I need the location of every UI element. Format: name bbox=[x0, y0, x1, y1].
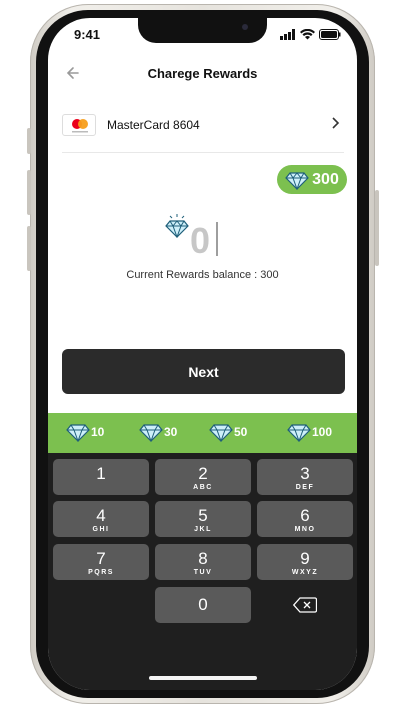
quick-amount-label: 10 bbox=[91, 425, 105, 439]
app-screen: 9:41 Charege Rewards MasterCard 8604 300… bbox=[48, 18, 357, 690]
amount-display[interactable]: 0 bbox=[164, 214, 254, 264]
next-button[interactable]: Next bbox=[62, 349, 345, 394]
key-digit: 3 bbox=[300, 464, 310, 483]
signal-icon bbox=[280, 28, 295, 40]
rewards-badge: 300 bbox=[277, 165, 347, 194]
key-4[interactable]: 4 GHI bbox=[53, 501, 149, 537]
key-digit: 6 bbox=[300, 506, 310, 525]
camera-icon bbox=[242, 24, 248, 30]
status-icons bbox=[280, 28, 341, 40]
divider bbox=[62, 152, 344, 153]
key-digit: 0 bbox=[198, 595, 208, 614]
quick-amount-bar: 10 30 50 100 bbox=[48, 413, 357, 453]
key-digit: 8 bbox=[198, 549, 208, 568]
diamond-icon bbox=[139, 424, 163, 442]
quick-amount-100[interactable]: 100 bbox=[287, 420, 332, 444]
page-title: Charege Rewards bbox=[147, 66, 258, 81]
phone-side-button bbox=[375, 190, 379, 266]
phone-side-button bbox=[27, 170, 31, 215]
key-digit: 4 bbox=[96, 506, 106, 525]
key-2[interactable]: 2 ABC bbox=[155, 459, 251, 495]
key-letters: PQRS bbox=[88, 569, 114, 576]
diamond-icon bbox=[287, 424, 311, 442]
key-0[interactable]: 0 bbox=[155, 587, 251, 623]
badge-value: 300 bbox=[312, 170, 339, 188]
key-digit: 9 bbox=[300, 549, 310, 568]
key-digit: 1 bbox=[96, 464, 106, 483]
quick-amount-label: 100 bbox=[312, 425, 333, 439]
key-letters: ABC bbox=[193, 484, 213, 491]
header: Charege Rewards bbox=[48, 62, 357, 88]
wifi-icon bbox=[300, 28, 315, 39]
key-9[interactable]: 9 WXYZ bbox=[257, 544, 353, 580]
mastercard-icon bbox=[62, 114, 96, 136]
amount-value: 0 bbox=[190, 220, 211, 261]
key-letters: TUV bbox=[193, 569, 213, 576]
battery-icon bbox=[319, 28, 341, 40]
key-digit: 2 bbox=[198, 464, 208, 483]
quick-amount-10[interactable]: 10 bbox=[66, 420, 104, 444]
quick-amount-label: 50 bbox=[234, 425, 248, 439]
quick-amount-label: 30 bbox=[164, 425, 178, 439]
key-letters: WXYZ bbox=[291, 569, 319, 576]
phone-side-button bbox=[27, 226, 31, 271]
key-letters: JKL bbox=[194, 526, 212, 533]
backspace-icon[interactable] bbox=[293, 597, 317, 613]
key-letters: MNO bbox=[294, 526, 316, 533]
text-cursor bbox=[216, 222, 218, 256]
quick-amount-50[interactable]: 50 bbox=[209, 420, 247, 444]
card-label: MasterCard 8604 bbox=[107, 118, 200, 132]
key-digit: 5 bbox=[198, 506, 208, 525]
key-5[interactable]: 5 JKL bbox=[155, 501, 251, 537]
key-letters: DEF bbox=[295, 484, 315, 491]
chevron-right-icon bbox=[332, 117, 340, 129]
balance-text: Current Rewards balance : 300 bbox=[126, 269, 279, 281]
diamond-icon bbox=[285, 171, 309, 190]
quick-amount-30[interactable]: 30 bbox=[139, 420, 177, 444]
diamond-icon bbox=[209, 424, 233, 442]
status-time: 9:41 bbox=[74, 27, 101, 42]
payment-card-row[interactable]: MasterCard 8604 bbox=[62, 110, 344, 150]
key-1[interactable]: 1 bbox=[53, 459, 149, 495]
notch bbox=[138, 18, 267, 43]
key-6[interactable]: 6 MNO bbox=[257, 501, 353, 537]
key-3[interactable]: 3 DEF bbox=[257, 459, 353, 495]
diamond-icon bbox=[165, 214, 189, 238]
key-7[interactable]: 7 PQRS bbox=[53, 544, 149, 580]
phone-side-button bbox=[27, 128, 31, 154]
key-digit: 7 bbox=[96, 549, 106, 568]
key-letters: GHI bbox=[92, 526, 110, 533]
diamond-icon bbox=[66, 424, 90, 442]
home-indicator[interactable] bbox=[149, 676, 257, 680]
key-8[interactable]: 8 TUV bbox=[155, 544, 251, 580]
